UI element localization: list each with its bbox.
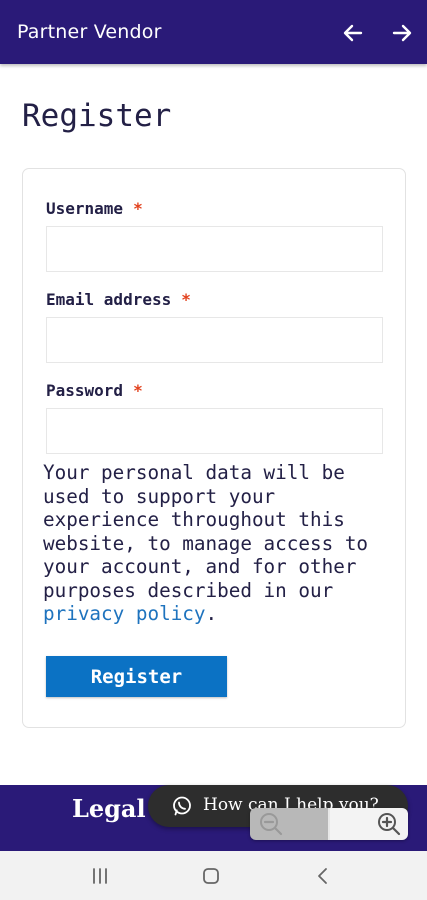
email-label: Email address * [46, 290, 191, 309]
back-icon[interactable] [314, 867, 332, 885]
footer-legal-heading: Legal [72, 794, 146, 823]
privacy-notice: Your personal data will be used to suppo… [43, 461, 393, 626]
recents-icon[interactable] [91, 867, 109, 885]
zoom-in-button[interactable] [330, 808, 408, 840]
register-button[interactable]: Register [46, 656, 227, 697]
privacy-policy-link[interactable]: privacy policy [43, 602, 206, 625]
username-label: Username * [46, 199, 143, 218]
zoom-out-icon [260, 813, 283, 836]
username-label-text: Username [46, 199, 124, 218]
forward-arrow-button[interactable] [389, 20, 415, 46]
password-input[interactable] [46, 408, 383, 454]
username-input[interactable] [46, 226, 383, 272]
zoom-in-icon [378, 813, 401, 836]
back-arrow-button[interactable] [340, 20, 366, 46]
password-label-text: Password [46, 381, 124, 400]
required-mark: * [181, 290, 191, 309]
zoom-controls [250, 808, 408, 840]
privacy-end: . [205, 602, 218, 625]
arrow-left-icon [343, 24, 363, 42]
home-icon[interactable] [202, 867, 220, 885]
email-input[interactable] [46, 317, 383, 363]
email-label-text: Email address [46, 290, 172, 309]
app-title: Partner Vendor [17, 21, 162, 43]
required-mark: * [133, 381, 143, 400]
password-label: Password * [46, 381, 143, 400]
page-title: Register [22, 98, 172, 134]
arrow-right-icon [392, 24, 412, 42]
zoom-out-button[interactable] [250, 808, 330, 840]
whatsapp-icon [173, 796, 191, 816]
privacy-text: Your personal data will be used to suppo… [43, 461, 369, 602]
required-mark: * [133, 199, 143, 218]
